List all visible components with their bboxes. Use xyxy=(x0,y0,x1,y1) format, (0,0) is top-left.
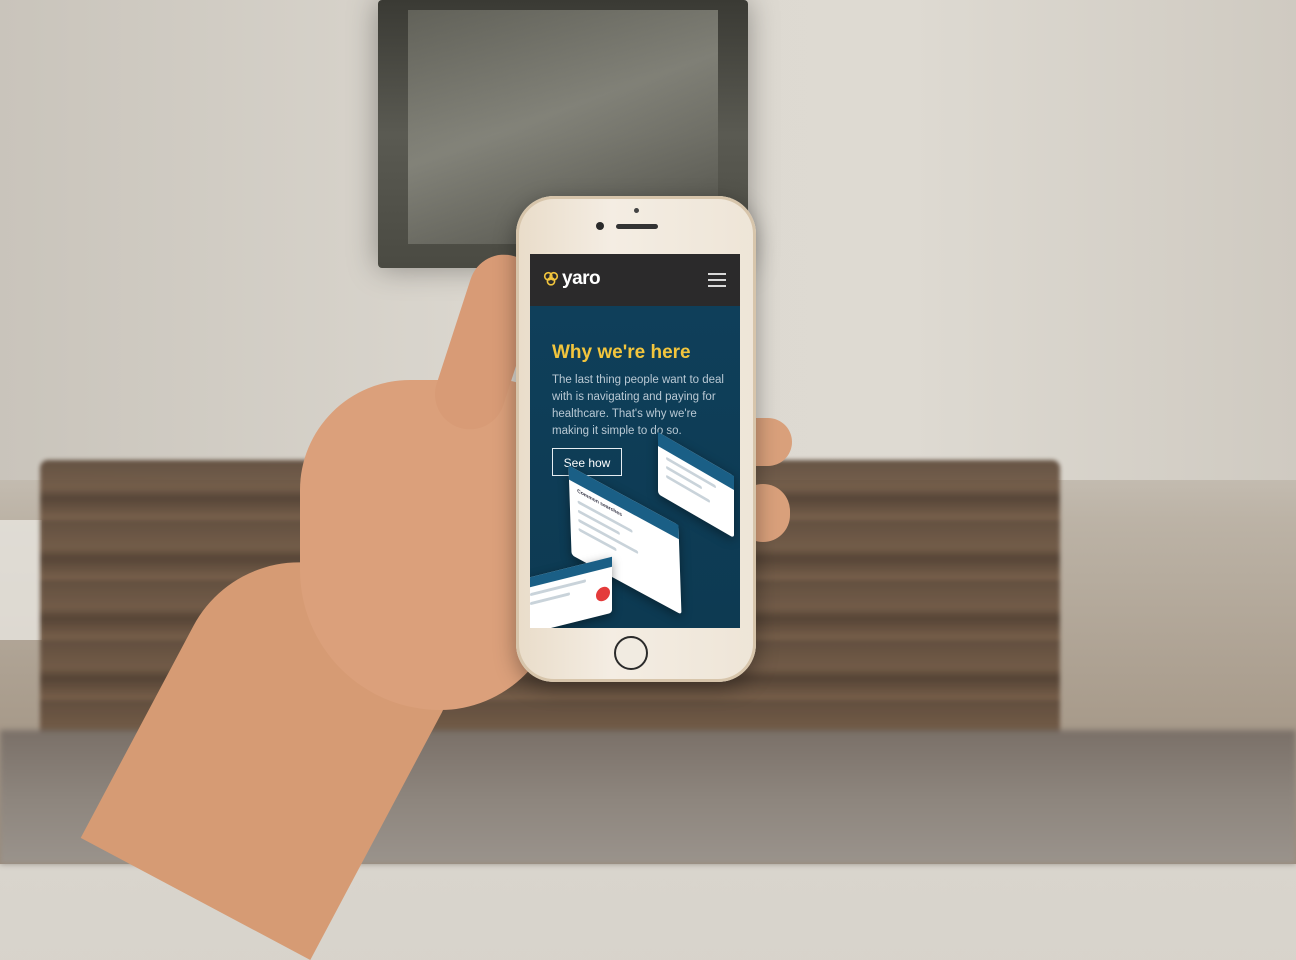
app-mockup-dashboard xyxy=(530,556,612,628)
hero-body: The last thing people want to deal with … xyxy=(552,374,724,437)
hero-section: Why we're here The last thing people wan… xyxy=(530,306,740,628)
home-button[interactable] xyxy=(614,636,648,670)
phone-screen: yaro Why we're here The last thing peopl… xyxy=(530,254,740,628)
see-how-button[interactable]: See how xyxy=(552,448,622,476)
hero-title: Why we're here xyxy=(552,342,691,363)
yaro-logo-icon xyxy=(543,271,559,286)
brand-logo[interactable]: yaro xyxy=(542,268,601,290)
phone-sensor xyxy=(634,208,639,213)
background-lamp xyxy=(0,520,42,640)
phone-device: yaro Why we're here The last thing peopl… xyxy=(516,196,756,682)
phone-speaker xyxy=(616,224,658,229)
phone-camera xyxy=(596,222,604,230)
brand-name: yaro xyxy=(562,268,601,289)
hamburger-menu-icon[interactable] xyxy=(708,273,726,287)
site-header: yaro xyxy=(530,254,740,306)
mockup-fab xyxy=(596,585,610,603)
